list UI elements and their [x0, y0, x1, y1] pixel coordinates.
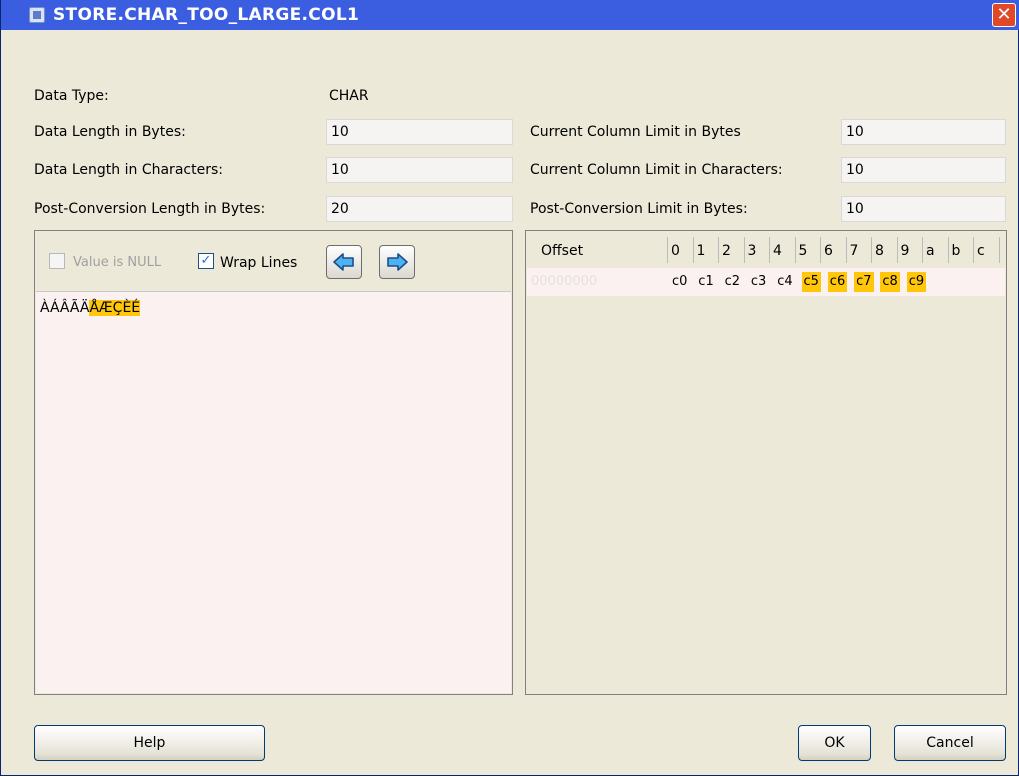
post-conversion-length-label: Post-Conversion Length in Bytes: — [34, 201, 266, 217]
post-conversion-limit-field: 10 — [841, 196, 1006, 222]
hex-column-header: 0 — [671, 243, 680, 259]
hex-column-separator — [743, 237, 745, 263]
current-limit-chars-field: 10 — [841, 157, 1006, 183]
hex-column-separator — [947, 237, 949, 263]
hex-byte[interactable]: c7 — [854, 272, 874, 292]
hex-column-header: 3 — [747, 243, 757, 259]
close-icon[interactable]: ✕ — [992, 3, 1016, 27]
hex-byte[interactable]: c9 — [906, 272, 927, 292]
app-icon — [29, 7, 45, 23]
text-editor-pane: Value is NULL ✓ Wrap Lines ÀÁÂÃÄÅÆÇÈÉ — [34, 230, 513, 695]
previous-button[interactable] — [326, 245, 362, 279]
editor-toolbar: Value is NULL ✓ Wrap Lines — [35, 231, 512, 291]
data-length-chars-label: Data Length in Characters: — [34, 162, 223, 178]
data-length-bytes-label: Data Length in Bytes: — [34, 124, 186, 140]
wrap-lines-checkbox[interactable]: ✓ — [198, 253, 214, 269]
hex-column-separator — [769, 237, 770, 263]
value-is-null-checkbox[interactable] — [49, 253, 65, 269]
hex-column-separator — [871, 237, 872, 263]
hex-byte[interactable]: c1 — [696, 272, 715, 292]
post-conversion-length-field: 20 — [326, 196, 513, 222]
hex-column-separator — [667, 237, 668, 263]
hex-column-separator — [973, 237, 974, 263]
value-text-highlight: ÅÆÇÈÉ — [89, 300, 141, 316]
title-bar[interactable]: STORE.CHAR_TOO_LARGE.COL1 ✕ — [1, 0, 1019, 30]
hex-column-separator — [718, 237, 719, 263]
row-offset: 00000000 — [531, 274, 598, 289]
hex-byte[interactable]: c3 — [749, 272, 768, 292]
ok-button[interactable]: OK — [798, 725, 871, 761]
offset-header: Offset — [541, 243, 584, 259]
hex-column-header: 9 — [900, 243, 910, 259]
hex-byte[interactable]: c0 — [670, 272, 689, 292]
hex-column-separator — [922, 237, 923, 263]
hex-header: Offset 0123456789abc — [526, 231, 1006, 266]
hex-column-header: 5 — [798, 243, 808, 259]
data-type-label: Data Type: — [34, 88, 109, 104]
help-button[interactable]: Help — [34, 725, 265, 761]
arrow-right-icon — [387, 253, 408, 271]
hex-viewer-pane: Offset 0123456789abc 00000000 c0 c1 c2 c3 c4… — [525, 230, 1007, 695]
hex-byte[interactable]: c8 — [880, 272, 900, 292]
hex-column-separator — [820, 237, 821, 263]
hex-column-separator — [692, 237, 694, 263]
hex-column-header: b — [951, 243, 961, 259]
data-length-chars-field: 10 — [326, 157, 513, 183]
hex-byte[interactable]: c5 — [801, 272, 821, 292]
hex-byte[interactable]: c4 — [775, 272, 794, 292]
current-limit-chars-label: Current Column Limit in Characters: — [530, 162, 783, 178]
current-limit-bytes-field: 10 — [841, 119, 1006, 145]
hex-column-separator — [998, 237, 1000, 263]
dialog-window: STORE.CHAR_TOO_LARGE.COL1 ✕ Data Type: C… — [0, 0, 1019, 776]
value-is-null-label: Value is NULL — [73, 255, 162, 270]
hex-byte[interactable]: c6 — [827, 272, 848, 292]
window-title: STORE.CHAR_TOO_LARGE.COL1 — [53, 5, 360, 25]
hex-column-separator — [896, 237, 898, 263]
hex-column-header: 7 — [849, 243, 859, 259]
next-button[interactable] — [379, 245, 415, 279]
arrow-left-icon — [333, 253, 354, 271]
hex-column-separator — [794, 237, 796, 263]
hex-byte[interactable]: c2 — [723, 272, 742, 292]
value-text: ÀÁÂÃÄÅÆÇÈÉ — [40, 300, 141, 316]
value-text-area[interactable]: ÀÁÂÃÄÅÆÇÈÉ — [36, 291, 511, 693]
data-type-value: CHAR — [329, 88, 369, 104]
hex-column-header: 8 — [875, 243, 884, 259]
current-limit-bytes-label: Current Column Limit in Bytes — [530, 124, 741, 140]
value-text-normal: ÀÁÂÃÄ — [40, 300, 90, 316]
hex-column-header: 6 — [824, 243, 833, 259]
hex-column-separator — [845, 237, 847, 263]
hex-column-header: 2 — [722, 243, 731, 259]
data-length-bytes-field: 10 — [326, 119, 513, 145]
hex-column-header: c — [977, 243, 985, 259]
wrap-lines-label: Wrap Lines — [220, 255, 298, 271]
hex-column-header: a — [926, 243, 935, 259]
hex-column-header: 4 — [773, 243, 782, 259]
post-conversion-limit-label: Post-Conversion Limit in Bytes: — [530, 201, 748, 217]
hex-row[interactable]: 00000000 c0 c1 c2 c3 c4 c5 c6 c7 c8 c9 — [527, 268, 1005, 296]
cancel-button[interactable]: Cancel — [894, 725, 1006, 761]
hex-column-header: 1 — [696, 243, 706, 259]
